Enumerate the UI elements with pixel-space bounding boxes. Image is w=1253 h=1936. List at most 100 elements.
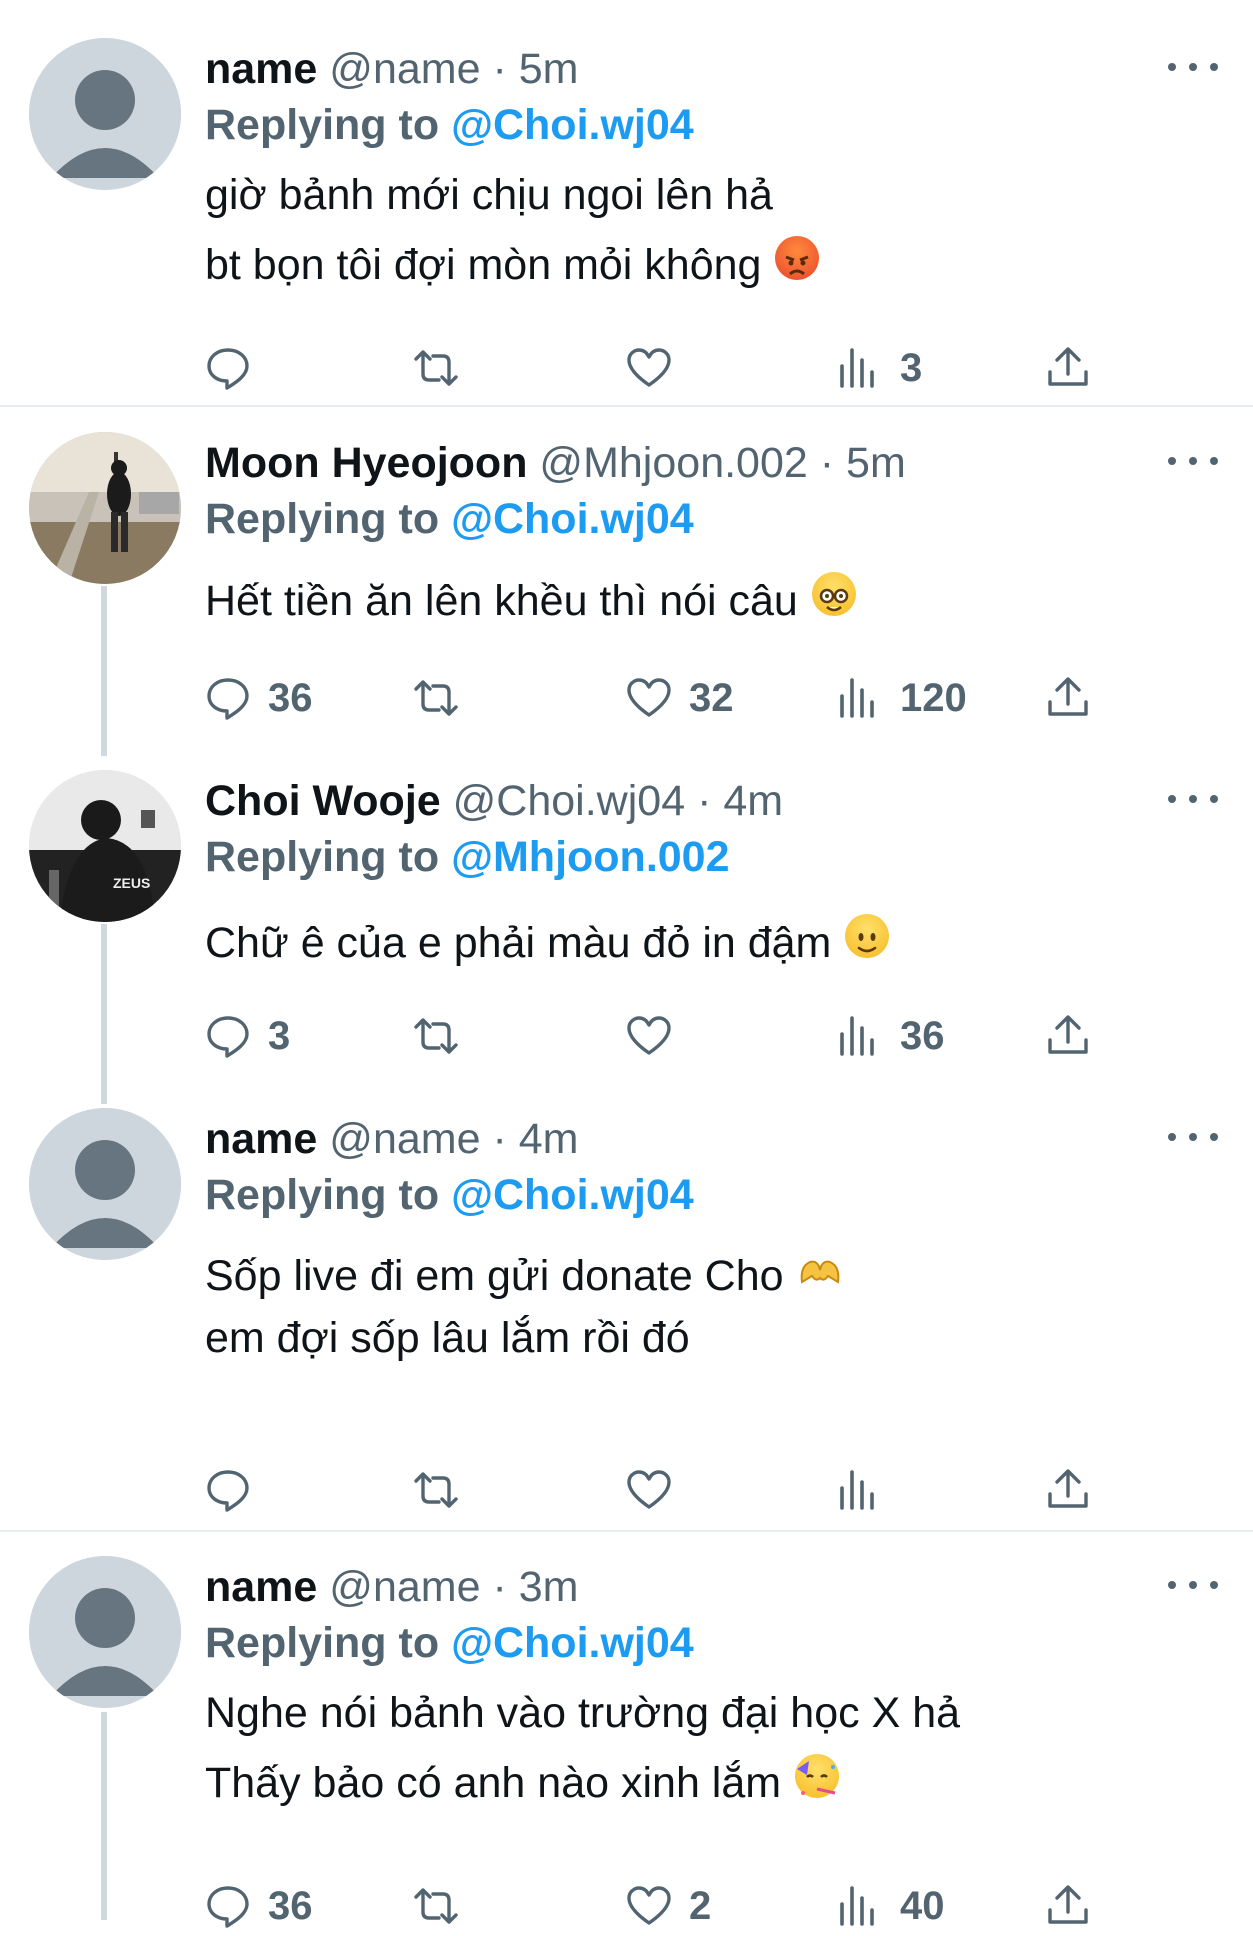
replying-label: Replying to bbox=[205, 1171, 440, 1219]
display-name[interactable]: name bbox=[205, 1563, 317, 1611]
analytics-icon bbox=[840, 1470, 874, 1510]
tweet-text: giờ bảnh mới chịu ngoi lên hả bt bọn tôi… bbox=[205, 160, 820, 300]
avatar[interactable] bbox=[29, 1556, 181, 1708]
like-button[interactable]: 32 bbox=[625, 668, 734, 728]
replying-handle-link[interactable]: @Choi.wj04 bbox=[451, 101, 694, 149]
tweet[interactable]: name @name · 4m Replying to @Choi.wj04 S… bbox=[0, 1108, 1253, 1528]
user-handle[interactable]: @name bbox=[329, 1115, 480, 1163]
like-button[interactable] bbox=[625, 1006, 689, 1066]
views-count: 36 bbox=[900, 1013, 945, 1058]
reply-count: 36 bbox=[268, 1883, 313, 1928]
tweet-text-line: Hết tiền ăn lên khều thì nói câu bbox=[205, 577, 798, 625]
heart-icon bbox=[627, 678, 671, 717]
reply-button[interactable]: 3 bbox=[204, 1006, 290, 1066]
replying-label: Replying to bbox=[205, 495, 440, 543]
reply-button[interactable] bbox=[204, 338, 268, 398]
retweet-button[interactable] bbox=[412, 338, 476, 398]
views-button[interactable]: 36 bbox=[836, 1006, 945, 1066]
reply-count: 36 bbox=[268, 675, 313, 720]
display-name[interactable]: name bbox=[205, 45, 317, 93]
reply-count: 3 bbox=[268, 1013, 291, 1058]
share-button[interactable] bbox=[1044, 338, 1092, 398]
like-button[interactable] bbox=[625, 1460, 689, 1520]
reply-button[interactable]: 36 bbox=[204, 1876, 313, 1936]
tweet-header: name @name · 5m bbox=[205, 42, 1153, 96]
like-button[interactable] bbox=[625, 338, 689, 398]
display-name[interactable]: Moon Hyeojoon bbox=[205, 439, 527, 487]
heart-icon bbox=[627, 348, 671, 387]
replying-handle-link[interactable]: @Choi.wj04 bbox=[451, 495, 694, 543]
timestamp[interactable]: 4m bbox=[519, 1115, 579, 1163]
share-button[interactable] bbox=[1044, 1876, 1092, 1936]
partying-face-icon bbox=[795, 1754, 840, 1798]
user-handle[interactable]: @name bbox=[329, 45, 480, 93]
retweet-icon bbox=[414, 350, 458, 386]
display-name[interactable]: name bbox=[205, 1115, 317, 1163]
views-button[interactable]: 3 bbox=[836, 338, 922, 398]
tweet[interactable]: name @name · 3m Replying to @Choi.wj04 N… bbox=[0, 1556, 1253, 1928]
share-button[interactable] bbox=[1044, 1006, 1092, 1066]
replying-handle-link[interactable]: @Choi.wj04 bbox=[451, 1619, 694, 1667]
user-handle[interactable]: @Mhjoon.002 bbox=[539, 439, 807, 487]
tweet-text-line: bt bọn tôi đợi mòn mỏi không bbox=[205, 241, 762, 289]
tweet-header: name @name · 4m bbox=[205, 1112, 1153, 1166]
reply-icon bbox=[207, 1886, 249, 1928]
timestamp[interactable]: 4m bbox=[723, 777, 783, 825]
like-count: 2 bbox=[689, 1883, 712, 1928]
views-count: 40 bbox=[900, 1883, 945, 1928]
avatar[interactable]: ZEUS bbox=[29, 770, 181, 922]
display-name[interactable]: Choi Wooje bbox=[205, 777, 441, 825]
retweet-icon bbox=[414, 1472, 458, 1508]
more-options-icon[interactable] bbox=[1168, 1570, 1218, 1600]
tweet[interactable]: Moon Hyeojoon @Mhjoon.002 · 5m Replying … bbox=[0, 432, 1253, 732]
tweet-text-line: giờ bảnh mới chịu ngoi lên hả bbox=[205, 171, 773, 219]
views-button[interactable] bbox=[836, 1460, 900, 1520]
reply-button[interactable]: 36 bbox=[204, 668, 313, 728]
replying-handle-link[interactable]: @Choi.wj04 bbox=[451, 1171, 694, 1219]
replying-to: Replying to @Mhjoon.002 bbox=[205, 830, 730, 884]
timestamp[interactable]: 5m bbox=[519, 45, 579, 93]
tweet[interactable]: ZEUS Choi Wooje @Choi.wj04 · 4m Replying… bbox=[0, 770, 1253, 1070]
separator-dot: · bbox=[492, 45, 507, 93]
views-button[interactable]: 120 bbox=[836, 668, 967, 728]
reply-button[interactable] bbox=[204, 1460, 268, 1520]
user-handle[interactable]: @Choi.wj04 bbox=[453, 777, 685, 825]
svg-text:ZEUS: ZEUS bbox=[113, 875, 150, 891]
more-options-icon[interactable] bbox=[1168, 52, 1218, 82]
more-options-icon[interactable] bbox=[1168, 784, 1218, 814]
avatar[interactable] bbox=[29, 432, 181, 584]
retweet-button[interactable] bbox=[412, 1876, 476, 1936]
share-button[interactable] bbox=[1044, 668, 1092, 728]
replying-handle-link[interactable]: @Mhjoon.002 bbox=[451, 833, 729, 881]
views-count: 3 bbox=[900, 345, 923, 390]
replying-to: Replying to @Choi.wj04 bbox=[205, 98, 694, 152]
tweet-header: Choi Wooje @Choi.wj04 · 4m bbox=[205, 774, 1153, 828]
tweet-actions: 36 32 120 bbox=[0, 668, 1253, 728]
tweet-header: name @name · 3m bbox=[205, 1560, 1153, 1614]
tweet-text-line: em đợi sốp lâu lắm rồi đó bbox=[205, 1314, 690, 1362]
timestamp[interactable]: 3m bbox=[519, 1563, 579, 1611]
retweet-icon bbox=[414, 1018, 458, 1054]
nerd-face-icon bbox=[811, 572, 856, 616]
retweet-button[interactable] bbox=[412, 668, 476, 728]
heart-icon bbox=[627, 1886, 671, 1925]
like-button[interactable]: 2 bbox=[625, 1876, 711, 1936]
heart-hands-icon bbox=[798, 1251, 842, 1295]
share-icon bbox=[1048, 1885, 1088, 1924]
timestamp[interactable]: 5m bbox=[846, 439, 906, 487]
more-options-icon[interactable] bbox=[1168, 446, 1218, 476]
retweet-button[interactable] bbox=[412, 1460, 476, 1520]
retweet-button[interactable] bbox=[412, 1006, 476, 1066]
separator-dot: · bbox=[492, 1563, 507, 1611]
more-options-icon[interactable] bbox=[1168, 1122, 1218, 1152]
share-button[interactable] bbox=[1044, 1460, 1092, 1520]
avatar[interactable] bbox=[29, 1108, 181, 1260]
avatar[interactable] bbox=[29, 38, 181, 190]
reply-icon bbox=[207, 1016, 249, 1058]
user-handle[interactable]: @name bbox=[329, 1563, 480, 1611]
tweet-actions bbox=[0, 1460, 1253, 1520]
reply-icon bbox=[207, 1470, 249, 1512]
tweet-actions: 3 bbox=[0, 338, 1253, 398]
views-button[interactable]: 40 bbox=[836, 1876, 945, 1936]
tweet[interactable]: name @name · 5m Replying to @Choi.wj04 g… bbox=[0, 38, 1253, 410]
